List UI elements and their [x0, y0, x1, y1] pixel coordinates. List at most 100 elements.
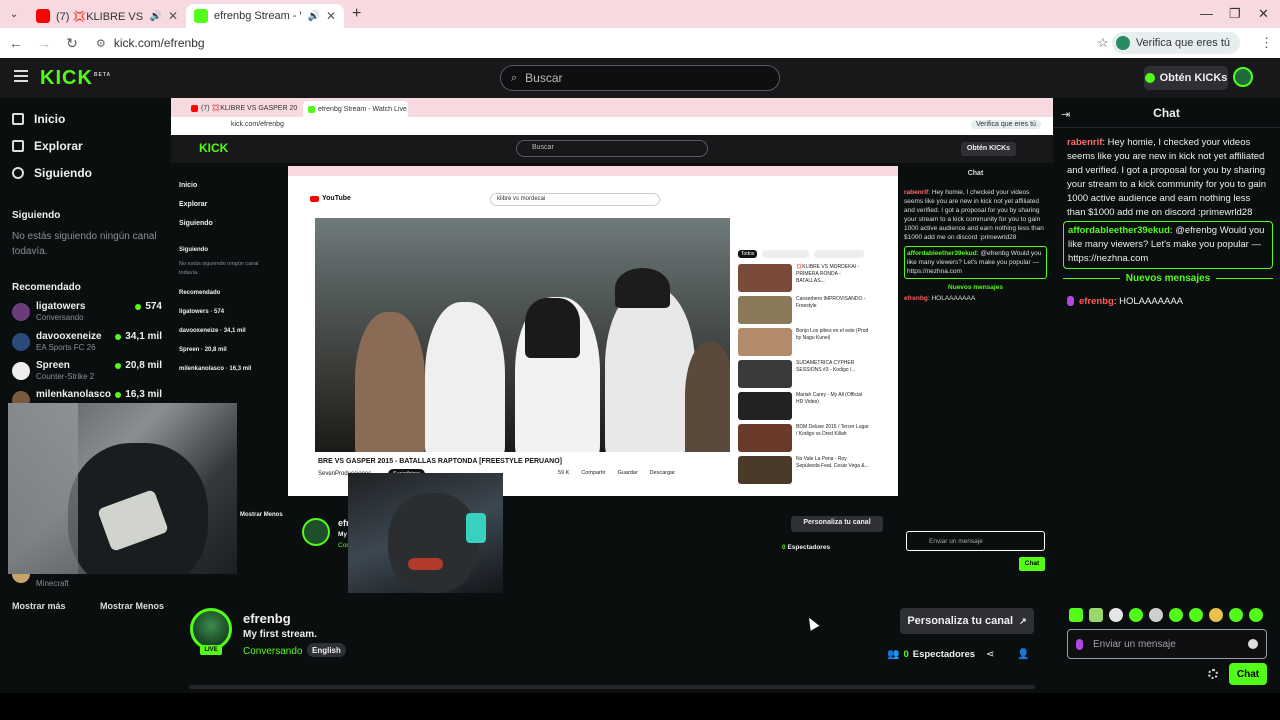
nested-sidebar: Inicio Explorar Siguiendo Siguiendo No e… [179, 176, 279, 379]
channel-name: davooxeneize [36, 331, 102, 342]
headset-light [466, 513, 486, 543]
yt-thumb [738, 328, 792, 356]
close-tab-icon[interactable]: ✕ [168, 9, 178, 23]
browser-tab-youtube[interactable]: (7) 💢KLIBRE VS GASPER 20 🔊 ✕ [28, 4, 186, 28]
recommended-channel[interactable]: davooxeneize EA Sports FC 26 34,1 mil [12, 331, 162, 355]
nested-chat-input: Enviar un mensaje [906, 531, 1045, 551]
nested-tab-title: efrenbg Stream - Watch Live [318, 105, 407, 113]
chat-username[interactable]: rabenrif [1067, 137, 1102, 148]
emote-icon[interactable] [1109, 608, 1123, 622]
chat-message[interactable]: rabenrif: Hey homie, I checked your vide… [1063, 134, 1273, 222]
user-avatar[interactable] [1233, 67, 1253, 87]
nested-chat-send: Chat [1019, 557, 1045, 571]
speaker-icon[interactable]: 🔊 [307, 11, 319, 22]
forward-icon[interactable]: → [30, 35, 58, 51]
close-window-button[interactable]: ✕ [1258, 6, 1269, 22]
customize-channel-button[interactable]: Personaliza tu canal ↗ [900, 608, 1034, 634]
emote-icon[interactable] [1089, 608, 1103, 622]
sidebar-item-siguiendo[interactable]: Siguiendo [12, 166, 92, 180]
stream-title: My first stream. [243, 629, 317, 640]
nav-label: Explorar [34, 139, 83, 153]
nested-chat-msg: rabenrif: Hey homie, I checked your vide… [904, 189, 1044, 241]
yt-rec-title: Mariah Carey - My All (Official HD Video… [796, 392, 863, 405]
speaker-icon[interactable]: 🔊 [149, 11, 161, 22]
channel-name[interactable]: efrenbg [243, 611, 291, 626]
yt-rec: No Vale La Pena - Roy Sepúlveda Feat. Ce… [738, 456, 870, 485]
maximize-button[interactable]: ❐ [1229, 6, 1241, 22]
chat-message[interactable]: efrenbg: HOLAAAAAAA [1063, 293, 1273, 311]
new-tab-button[interactable]: + [352, 5, 361, 23]
sidebar-item-explorar[interactable]: Explorar [12, 139, 83, 153]
yt-rec-title: No Vale La Pena - Roy Sepúlveda Feat. Ce… [796, 456, 869, 469]
yt-download: Descargar [649, 470, 676, 476]
yt-tab: De tus búsquedas [762, 250, 809, 258]
emote-bar [1069, 608, 1263, 622]
get-kicks-button[interactable]: Obtén KICKs [1144, 66, 1228, 90]
menu-icon[interactable] [14, 70, 28, 82]
following-header: Siguiendo [12, 210, 61, 221]
search-input[interactable]: ⌕ Buscar [500, 65, 780, 91]
beta-badge: BETA [93, 72, 112, 79]
close-tab-icon[interactable]: ✕ [326, 9, 336, 23]
browser-menu-icon[interactable]: ⋮ [1260, 35, 1273, 51]
mic-icon [1076, 638, 1083, 650]
yt-rec: SUDAMETRICA CYPHER SESSIONS #3 - Kodigo … [738, 360, 870, 389]
viewer-count: 16,3 mil [115, 389, 162, 400]
yt-thumb [738, 456, 792, 484]
emote-icon[interactable] [1129, 608, 1143, 622]
sidebar-item-inicio[interactable]: Inicio [12, 112, 65, 126]
heart-icon [12, 167, 24, 179]
stream-category-link[interactable]: Conversando [243, 646, 302, 657]
yt-share: Compartir [581, 470, 606, 476]
home-icon [12, 113, 24, 125]
nested-nav: Siguiendo [179, 220, 213, 227]
stream-video-player[interactable]: (7) 💢KLIBRE VS GASPER 20 efrenbg Stream … [171, 98, 1053, 593]
chat-settings-icon[interactable] [1208, 669, 1218, 679]
browser-tab-kick[interactable]: efrenbg Stream - Watch Live 🔊 ✕ [186, 4, 344, 28]
cap-figure [525, 298, 580, 358]
yt-rec-title: BDM Deluxe 2015 / Tercer Lugar / Kodigo … [796, 424, 869, 437]
bookmark-star-icon[interactable]: ☆ [1097, 35, 1109, 51]
chat-username[interactable]: efrenbg [1079, 296, 1114, 307]
emote-icon[interactable] [1229, 608, 1243, 622]
share-icon[interactable]: ⋖ [986, 649, 994, 660]
show-more-button[interactable]: Mostrar más [12, 601, 66, 611]
emote-icon[interactable] [1189, 608, 1203, 622]
nested-viewers-label: Espectadores [787, 544, 831, 551]
address-bar: ← → ↻ ⚙ kick.com/efrenbg ☆ ≡ Verifica qu… [0, 28, 1280, 58]
chat-panel: ⇥ Chat rabenrif: Hey homie, I checked yo… [1053, 98, 1280, 693]
channel-avatar[interactable] [190, 608, 232, 650]
language-tag[interactable]: English [307, 643, 346, 657]
section-divider [189, 685, 1035, 689]
emote-icon[interactable] [1169, 608, 1183, 622]
recommended-channel[interactable]: ligatowers Conversando 574 [12, 301, 162, 325]
reload-icon[interactable]: ↻ [58, 35, 86, 52]
emote-icon[interactable] [1149, 608, 1163, 622]
recommended-channel[interactable]: Spreen Counter-Strike 2 20,8 mil [12, 360, 162, 384]
emote-icon[interactable] [1209, 608, 1223, 622]
channel-category: Minecraft [36, 579, 69, 588]
emote-icon[interactable] [1069, 608, 1083, 622]
profile-verify-chip[interactable]: Verifica que eres tú [1111, 32, 1240, 54]
youtube-favicon-icon [191, 104, 198, 112]
nested-verify: Verifica que eres tú [971, 120, 1041, 129]
nested-user: affordableether39ekud [907, 250, 977, 257]
show-less-button[interactable]: Mostrar Menos [100, 601, 164, 611]
crowd-figure [425, 302, 505, 452]
viewer-count: 34,1 mil [115, 331, 162, 342]
webcam-overlay-small [348, 473, 503, 593]
new-messages-label: Nuevos mensajes [1125, 273, 1211, 284]
kick-logo[interactable]: KICKBETA [40, 67, 111, 90]
back-icon[interactable]: ← [2, 35, 30, 51]
tab-search-icon[interactable]: ⌄ [0, 9, 28, 20]
chat-message-mention[interactable]: affordableether39ekud: @efrenbg Would yo… [1063, 221, 1273, 269]
site-info-icon[interactable]: ⚙ [96, 37, 106, 50]
chat-username[interactable]: affordableether39ekud [1068, 225, 1170, 236]
yt-browser-tabs [288, 166, 898, 176]
emote-icon[interactable] [1249, 608, 1263, 622]
chat-message-input[interactable]: Enviar un mensaje [1067, 629, 1267, 659]
emoji-picker-icon[interactable] [1248, 639, 1258, 649]
user-settings-icon[interactable]: 👤 [1017, 649, 1029, 660]
minimize-button[interactable]: — [1200, 6, 1213, 21]
send-chat-button[interactable]: Chat [1229, 663, 1267, 685]
